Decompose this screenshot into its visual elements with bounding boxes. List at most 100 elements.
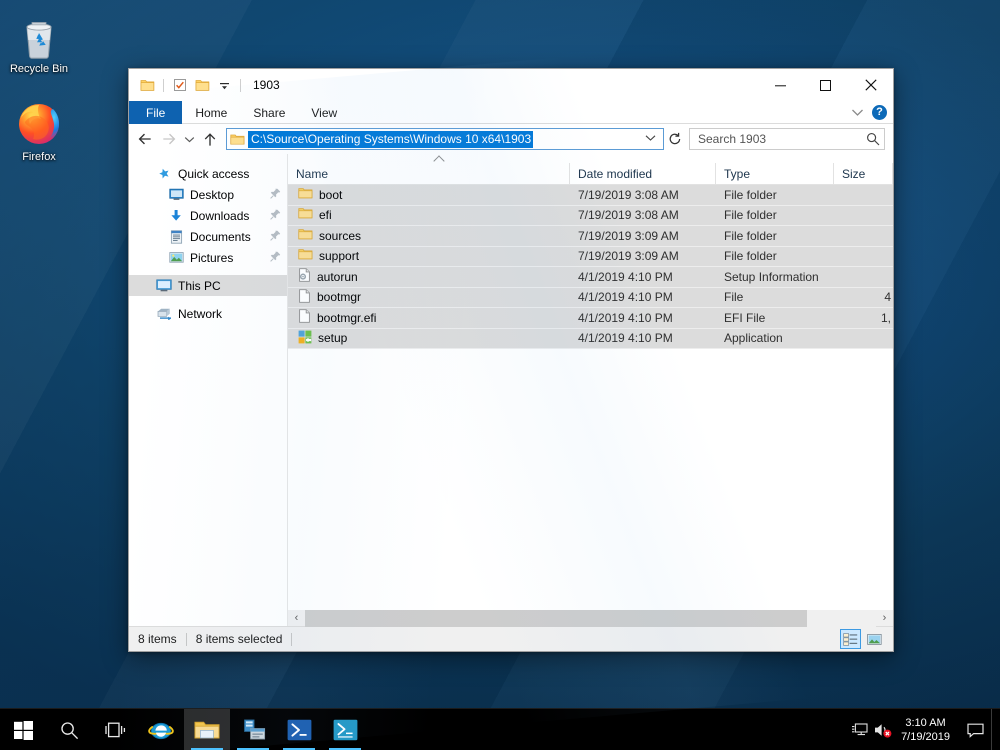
taskbar-internet-explorer[interactable] [138,709,184,750]
scroll-track[interactable] [305,609,876,627]
file-name-cell[interactable]: autorun [288,268,570,285]
up-button[interactable] [198,127,222,151]
desktop-icon-recycle-bin[interactable]: Recycle Bin [0,10,78,76]
minimize-button[interactable] [758,69,803,101]
nav-item-pictures[interactable]: Pictures [129,247,287,268]
desktop-icon-firefox[interactable]: Firefox [0,98,78,164]
new-folder-checked-icon[interactable] [171,76,189,94]
type-cell: File folder [724,228,777,243]
column-header-name[interactable]: Name [288,163,570,184]
tab-home[interactable]: Home [182,101,240,124]
nav-item-network[interactable]: Network [129,303,287,324]
address-path-box[interactable]: C:\Source\Operating Systems\Windows 10 x… [226,128,664,150]
search-input[interactable]: Search 1903 [689,128,885,150]
nav-item-label: Documents [190,229,251,244]
pin-icon[interactable] [270,188,281,202]
date-modified-cell: 7/19/2019 3:09 AM [578,249,679,264]
file-name-cell[interactable]: bootmgr.efi [288,309,570,326]
nav-item-downloads[interactable]: Downloads [129,205,287,226]
date-modified-cell: 7/19/2019 3:08 AM [578,187,679,202]
file-name-cell[interactable]: boot [288,187,570,203]
taskbar-windows-powershell[interactable] [276,709,322,750]
view-toggle-group [840,629,889,649]
tab-view[interactable]: View [298,101,350,124]
table-row[interactable]: autorun 4/1/2019 4:10 PM Setup Informati… [288,267,893,288]
column-header-type[interactable]: Type [716,163,834,184]
folder-icon[interactable] [193,76,211,94]
file-name-label: sources [319,228,362,243]
table-row[interactable]: bootmgr.efi 4/1/2019 4:10 PM EFI File 1, [288,308,893,329]
file-name-label: boot [319,187,343,202]
nav-item-documents[interactable]: Documents [129,226,287,247]
file-name-cell[interactable]: bootmgr [288,289,570,306]
qat-separator [163,78,164,92]
title-bar[interactable]: 1903 [129,69,893,101]
address-dropdown-icon[interactable] [639,134,662,145]
sort-ascending-indicator [288,154,893,163]
table-row[interactable]: boot 7/19/2019 3:08 AM File folder [288,185,893,206]
window-body: Quick access Desktop Downloads Documents… [129,154,893,627]
address-path-text[interactable]: C:\Source\Operating Systems\Windows 10 x… [248,130,534,148]
table-row[interactable]: setup 4/1/2019 4:10 PM Application [288,328,893,349]
nav-item-this-pc[interactable]: This PC [129,275,287,296]
date-modified-cell: 4/1/2019 4:10 PM [578,331,673,346]
volume-muted-icon[interactable] [871,709,895,750]
type-cell: Setup Information [724,269,819,284]
task-view-button[interactable] [92,709,138,750]
search-button[interactable] [46,709,92,750]
tab-share[interactable]: Share [240,101,298,124]
type-cell: File folder [724,187,777,202]
help-icon[interactable]: ? [872,105,887,120]
file-name-cell[interactable]: efi [288,207,570,223]
pin-icon[interactable] [270,251,281,265]
back-button[interactable] [133,127,157,151]
scroll-left-arrow[interactable]: ‹ [288,609,305,627]
customize-dropdown-icon[interactable] [215,76,233,94]
status-bar: 8 items 8 items selected [129,626,893,651]
details-view-button[interactable] [840,629,861,649]
table-row[interactable]: efi 7/19/2019 3:08 AM File folder [288,205,893,226]
taskbar-powershell-ise[interactable] [322,709,368,750]
start-button[interactable] [0,709,46,750]
type-cell: File [724,290,744,305]
recent-locations-button[interactable] [181,127,198,151]
taskbar-file-explorer[interactable] [184,709,230,750]
taskbar-server-manager[interactable] [230,709,276,750]
pin-icon[interactable] [270,230,281,244]
close-button[interactable] [848,69,893,101]
table-row[interactable]: sources 7/19/2019 3:09 AM File folder [288,226,893,247]
pin-icon[interactable] [270,209,281,223]
type-cell: EFI File [724,310,766,325]
table-row[interactable]: support 7/19/2019 3:09 AM File folder [288,246,893,267]
properties-folder-icon[interactable] [138,76,156,94]
file-name-label: bootmgr.efi [317,310,377,325]
clock[interactable]: 3:10 AM 7/19/2019 [895,709,959,750]
column-header-date-modified[interactable]: Date modified [570,163,716,184]
horizontal-scrollbar[interactable]: ‹ › [288,609,893,627]
action-center-button[interactable] [959,709,991,750]
maximize-button[interactable] [803,69,848,101]
window-title: 1903 [253,78,280,92]
type-cell: File folder [724,249,777,264]
forward-button[interactable] [157,127,181,151]
column-header-size[interactable]: Size [834,163,893,184]
network-icon[interactable] [847,709,871,750]
file-name-cell[interactable]: sources [288,228,570,244]
scroll-right-arrow[interactable]: › [876,609,893,627]
status-separator-2 [291,632,293,646]
tab-file[interactable]: File [129,101,183,124]
show-desktop-button[interactable] [991,709,998,750]
nav-spacer-2 [129,296,287,303]
refresh-button[interactable] [664,128,686,150]
nav-item-desktop[interactable]: Desktop [129,184,287,205]
downloads-icon [167,209,185,223]
documents-icon [167,229,185,244]
file-name-cell[interactable]: setup [288,330,570,347]
scroll-thumb[interactable] [305,609,808,627]
nav-item-quick-access[interactable]: Quick access [129,163,287,184]
file-name-cell[interactable]: support [288,248,570,264]
table-row[interactable]: bootmgr 4/1/2019 4:10 PM File 4 [288,287,893,308]
folder-icon [298,248,313,264]
chevron-down-icon[interactable] [851,106,864,120]
large-icons-view-button[interactable] [864,629,885,649]
